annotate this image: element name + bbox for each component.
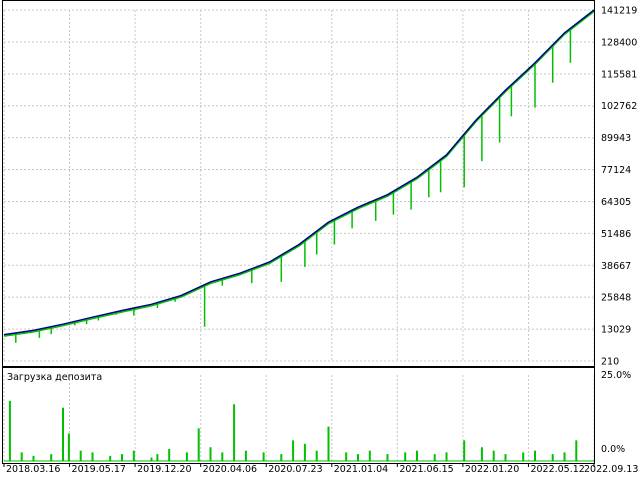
y-tick-label: 89943 [601, 133, 631, 144]
balance-equity-chart: 141219 128400 115581 102762 89943 77124 64305 5… [2, 0, 638, 475]
deposit-load-bars [4, 400, 594, 462]
deposit-load-min-label: 0.0% [601, 444, 625, 455]
y-tick-label: 38667 [601, 261, 631, 272]
balance-equity-lines [3, 9, 595, 343]
y-axis-labels: 141219 128400 115581 102762 89943 77124 64305 5… [601, 6, 637, 368]
x-tick-label: 2021.01.04 [334, 464, 388, 475]
equity-line [3, 10, 595, 337]
y-tick-label: 13029 [601, 325, 631, 336]
y-tick-label: 115581 [601, 69, 637, 80]
y-tick-label: 210 [601, 357, 619, 368]
deposit-load-axis-labels: 25.0% 0.0% [601, 370, 631, 455]
y-tick-label: 64305 [601, 197, 631, 208]
y-tick-label: 77124 [601, 165, 631, 176]
main-grid [3, 9, 595, 362]
deposit-load-grid [3, 375, 595, 461]
y-tick-label: 128400 [601, 37, 637, 48]
x-tick-label: 2018.03.16 [6, 464, 60, 475]
y-tick-label: 102762 [601, 101, 637, 112]
y-tick-label: 25848 [601, 293, 631, 304]
x-tick-label: 2022.05.12 [530, 464, 584, 475]
x-tick-label: 2022.09.13 [584, 464, 638, 475]
x-tick-label: 2019.05.17 [72, 464, 126, 475]
balance-line [3, 9, 595, 336]
main-panel-border [2, 0, 595, 367]
x-tick-label: 2021.06.15 [399, 464, 453, 475]
x-tick-label: 2020.04.06 [203, 464, 257, 475]
x-axis-labels: 2018.03.16 2019.05.17 2019.12.20 2020.04.06… [3, 463, 638, 475]
chart-frame [2, 0, 595, 464]
x-tick-label: 2022.01.20 [465, 464, 519, 475]
x-tick-label: 2019.12.20 [137, 464, 191, 475]
deposit-load-max-label: 25.0% [601, 370, 631, 381]
y-tick-label: 51486 [601, 229, 631, 240]
y-tick-label: 141219 [601, 6, 637, 17]
x-tick-label: 2020.07.23 [268, 464, 322, 475]
deposit-load-title: Загрузка депозита [7, 372, 102, 383]
